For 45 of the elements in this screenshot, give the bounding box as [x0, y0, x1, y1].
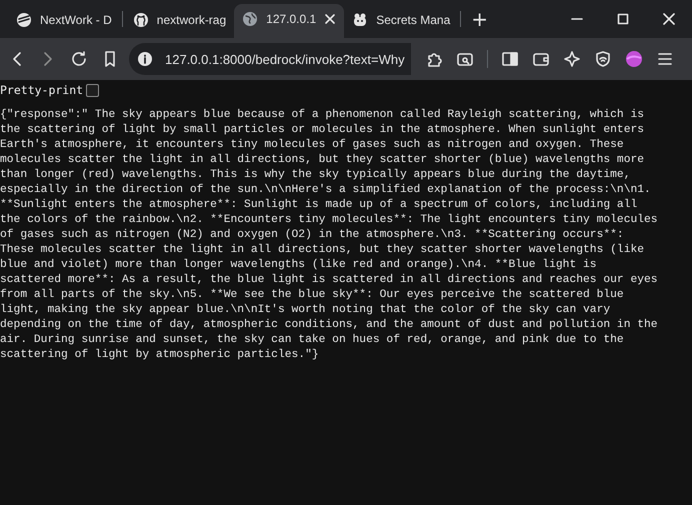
json-text-line: scattered more**: As a result, the blue light is scattered in all directions and reaches our eyes — [0, 273, 659, 288]
menu-icon[interactable] — [656, 50, 674, 68]
json-text-line: from all parts of the sky.\n5. **We see the blue sky**: Our eyes perceive the scattered blue — [0, 288, 625, 303]
tab-title: 127.0.0.1 — [266, 12, 316, 26]
address-bar[interactable]: 127.0.0.1:8000/bedrock/invoke?text=Why — [129, 43, 411, 75]
maximize-icon[interactable] — [617, 13, 629, 25]
json-text-line: of gases such as nitrogen (N2) and oxygen (O2) in the atmosphere.\n3. **Scattering occurs**: — [0, 228, 625, 243]
json-text-line: depending on the time of day, atmospheric conditions, and the amount of dust and pollution in the — [0, 318, 659, 333]
tab-title: Secrets Mana — [376, 12, 450, 26]
close-icon[interactable] — [324, 13, 336, 25]
json-text-line: Earth's atmosphere, it encounters tiny molecules of gases such as nitrogen and oxygen. These — [0, 138, 625, 153]
pretty-print-checkbox[interactable] — [86, 84, 100, 96]
globe-icon — [242, 11, 258, 27]
robot-icon — [352, 12, 368, 28]
json-text-line: light, making the sky appear blue.\n\nIt's worth noting that the color of the sky can vary — [0, 303, 612, 318]
browser-tab[interactable]: NextWork - D — [8, 4, 120, 35]
json-text-line: air. During sunrise and sunset, the sky can take on hues of red, orange, and pink due to the — [0, 333, 625, 348]
pretty-print-label: Pretty-print — [0, 83, 84, 97]
url-text: 127.0.0.1:8000/bedrock/invoke?text=Why — [165, 52, 405, 66]
reload-icon[interactable] — [70, 50, 88, 68]
search-icon[interactable] — [456, 50, 474, 68]
browser-tab[interactable]: 127.0.0.1 — [234, 4, 344, 38]
json-text-line: **Sunlight enters the atmosphere**: Sunlight is made up of a spectrum of colors, including all — [0, 198, 638, 213]
tab-title: nextwork-rag — [156, 12, 226, 26]
cat-logo-icon — [132, 12, 149, 28]
browser-tab[interactable]: nextwork-rag — [124, 4, 234, 35]
json-text-line: scattering of light by atmospheric particles."} — [0, 348, 320, 363]
tab-title: NextWork - D — [40, 12, 112, 26]
json-text-line: molecules scatter the light in all directions, but they scatter shorter (blue) wavelengths more — [0, 153, 646, 168]
avatar-icon[interactable] — [624, 50, 643, 68]
shield-icon[interactable] — [594, 50, 612, 68]
json-text-line: especially in the direction of the sun.\n\nHere's a simplified explanation of the process:\n\n1. — [0, 183, 652, 198]
new-tab-button[interactable]: + — [463, 7, 496, 31]
sparkle-icon[interactable] — [562, 50, 581, 68]
wallet-icon[interactable] — [532, 50, 550, 68]
info-icon[interactable] — [137, 51, 153, 67]
json-text-line: the scattering of light by small particles or molecules in the atmosphere. When sunlight enters — [0, 123, 646, 138]
close-icon[interactable] — [663, 13, 675, 25]
json-text-line: than longer (red) wavelengths. This is why the sky typically appears blue during the daytime, — [0, 168, 632, 183]
browser-tab[interactable]: Secrets Mana — [344, 4, 458, 35]
sidebar-icon[interactable] — [500, 50, 519, 68]
json-text-line: the colors of the rainbow.\n2. **Encounters tiny molecules**: The light encounters tiny molecules — [0, 213, 659, 228]
json-text-line: {"response":" The sky appears blue because of a phenomenon called Rayleigh scattering, which is — [0, 108, 646, 123]
json-text-line: These molecules scatter the light in all directions, but they scatter shorter wavelengths (like — [0, 243, 646, 258]
json-text-line: blue and violet) more than longer wavelengths (like red and orange).\n4. **Blue light is — [0, 258, 598, 273]
